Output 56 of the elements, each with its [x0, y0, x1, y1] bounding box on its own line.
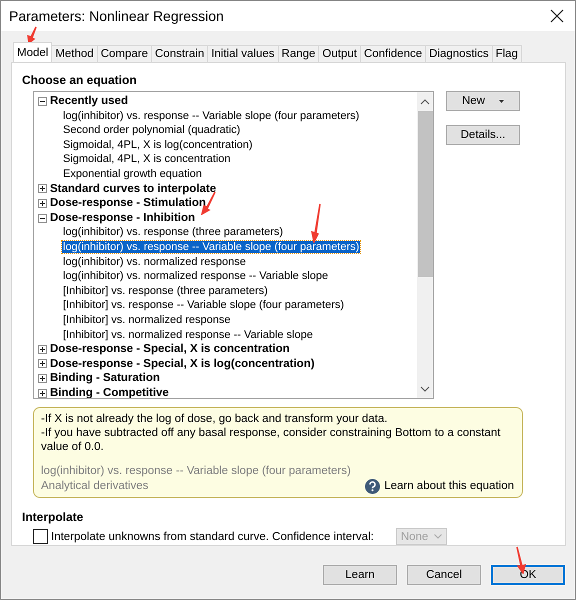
tree-item[interactable]: Second order polynomial (quadratic)	[62, 124, 242, 136]
tree-group[interactable]: Standard curves to interpolate	[50, 182, 216, 196]
checkbox[interactable]	[33, 529, 48, 544]
tree-item[interactable]: [Inhibitor] vs. normalized response -- Variable slope	[62, 328, 314, 340]
tree-group[interactable]: Dose-response - Inhibition	[50, 210, 196, 226]
scroll-down-icon[interactable]	[420, 384, 430, 394]
expand-icon[interactable]	[38, 344, 47, 354]
annotation-arrow	[25, 26, 37, 44]
expand-icon[interactable]	[38, 388, 47, 398]
expand-icon[interactable]	[38, 184, 47, 194]
tree-item[interactable]: Sigmoidal, 4PL, X is concentration	[62, 153, 232, 166]
side-button[interactable]: Details...	[446, 125, 520, 145]
tree-item[interactable]: log(inhibitor) vs. response -- Variable slope (four parameters)	[62, 240, 360, 253]
tab[interactable]: Flag	[492, 45, 522, 62]
tree-group[interactable]: Dose-response - Stimulation	[50, 196, 206, 211]
section-heading: Interpolate	[22, 510, 84, 524]
close-button[interactable]	[549, 8, 565, 24]
tree-item[interactable]: log(inhibitor) vs. response -- Variable slope (four parameters)	[62, 110, 360, 122]
equation-name: log(inhibitor) vs. response -- Variable slope (four parameters)	[41, 464, 351, 479]
tree-item[interactable]: Sigmoidal, 4PL, X is log(concentration)	[62, 138, 254, 151]
window-title: Parameters: Nonlinear Regression	[9, 8, 224, 24]
derivatives-text: Analytical derivatives	[41, 479, 150, 494]
tree-item[interactable]: Exponential growth equation	[62, 168, 203, 180]
tree-group[interactable]: Dose-response - Special, X is concentration	[50, 342, 290, 357]
scrollbar[interactable]	[417, 92, 433, 398]
collapse-icon[interactable]	[38, 214, 47, 223]
tree-item[interactable]: [Inhibitor] vs. normalized response	[62, 314, 232, 326]
tree-group[interactable]: Dose-response - Special, X is log(concentration)	[50, 356, 315, 372]
tree-item[interactable]: [Inhibitor] vs. response (three parameters)	[62, 284, 269, 297]
help-link[interactable]: Learn about this equation	[365, 479, 514, 494]
side-button[interactable]: New	[446, 91, 520, 111]
help-icon	[365, 479, 380, 494]
section-heading: Choose an equation	[22, 73, 138, 87]
expand-icon[interactable]	[38, 198, 47, 208]
tab[interactable]: Range	[278, 45, 320, 62]
dialog-button[interactable]: Cancel	[407, 565, 481, 585]
tab[interactable]: Model	[13, 42, 52, 62]
collapse-icon[interactable]	[38, 96, 47, 106]
note-text: -If X is not already the log of dose, go back and transform your data.	[41, 412, 388, 426]
scroll-up-icon[interactable]	[420, 97, 430, 107]
tree-group[interactable]: Binding - Competitive	[50, 386, 169, 398]
tree-group[interactable]: Recently used	[50, 94, 128, 109]
tree-item[interactable]: log(inhibitor) vs. response (three parameters)	[62, 226, 284, 238]
tree-item[interactable]: log(inhibitor) vs. normalized response	[62, 256, 247, 268]
tree-item[interactable]: log(inhibitor) vs. normalized response -- Variable slope	[62, 270, 330, 282]
expand-icon[interactable]	[38, 374, 47, 384]
note-text: -If you have subtracted off any basal response, consider constraining Bottom to a constant value of 0.0.	[41, 426, 502, 454]
chevron-down-icon	[434, 534, 442, 539]
expand-icon[interactable]	[38, 359, 47, 368]
tab[interactable]: Output	[318, 45, 361, 62]
tree-group[interactable]: Binding - Saturation	[50, 371, 160, 386]
tree-item[interactable]: [Inhibitor] vs. response -- Variable slope (four parameters)	[62, 299, 346, 312]
checkbox-label: Interpolate unknowns from standard curve. Confidence interval:	[51, 530, 374, 542]
dialog-button[interactable]: Learn	[323, 565, 397, 585]
tab[interactable]: Diagnostics	[425, 45, 493, 62]
tab[interactable]: Compare	[96, 45, 152, 62]
